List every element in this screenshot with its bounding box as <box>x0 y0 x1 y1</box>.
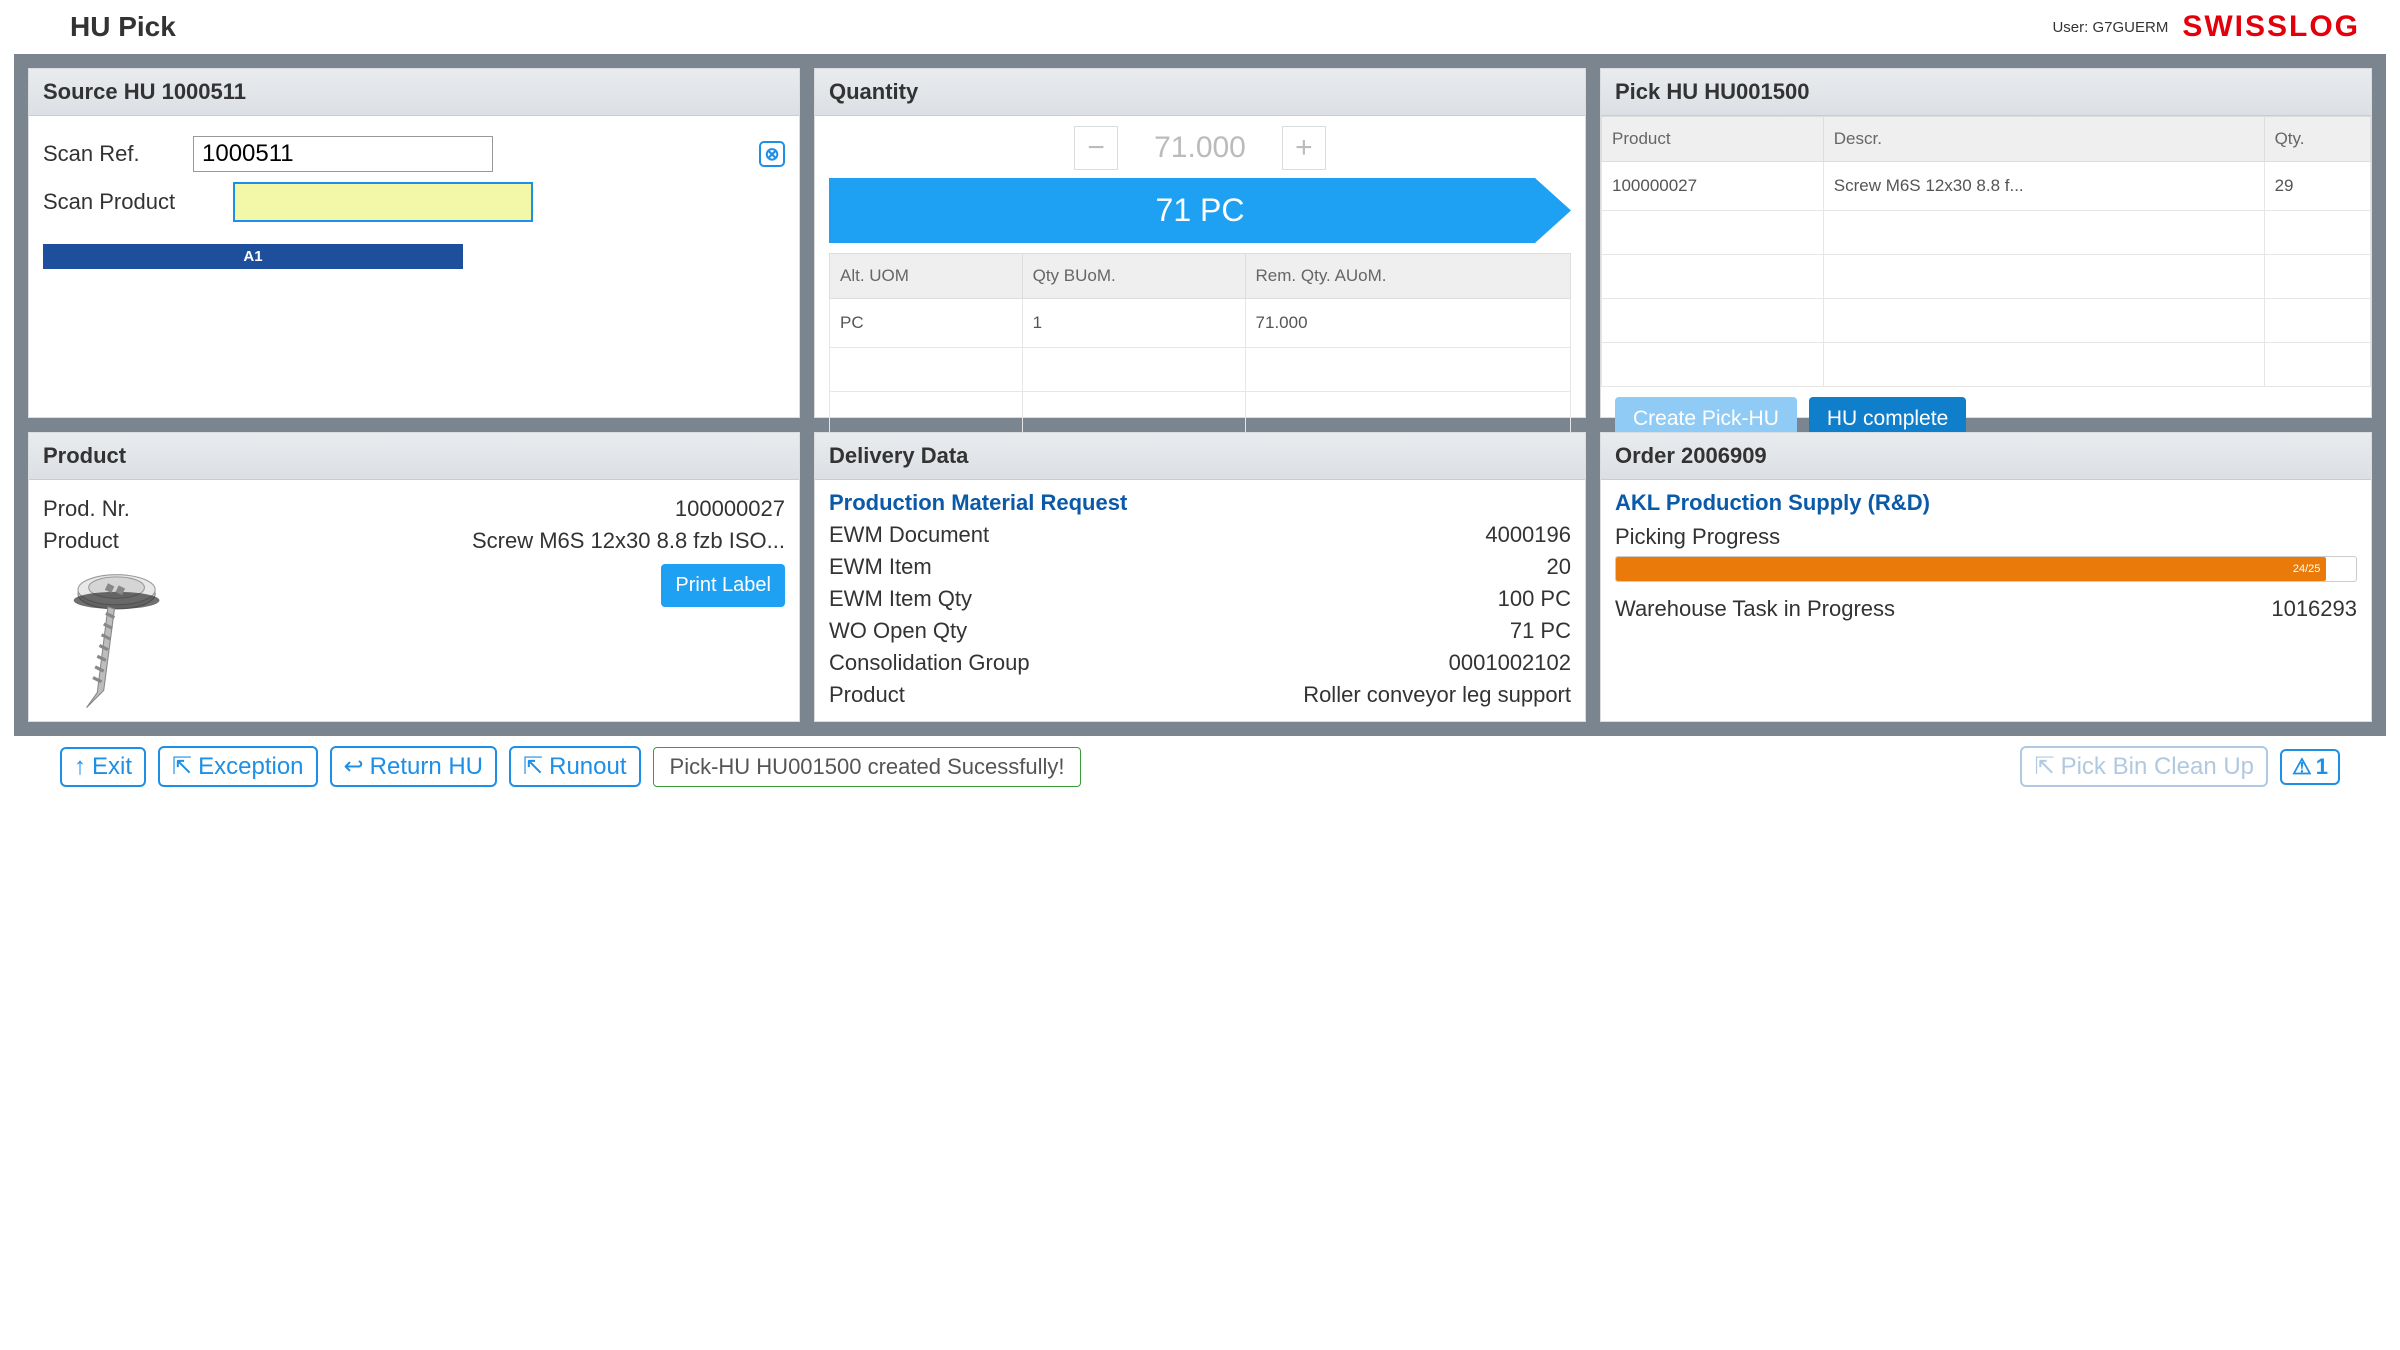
pick-bin-cleanup-button[interactable]: ⇱ Pick Bin Clean Up <box>2020 746 2268 787</box>
order-title: Order 2006909 <box>1601 433 2371 480</box>
page-title: HU Pick <box>70 11 176 43</box>
print-label-button[interactable]: Print Label <box>661 564 785 607</box>
product-panel-title: Product <box>29 433 799 480</box>
delivery-heading: Production Material Request <box>829 490 1571 516</box>
table-row <box>1602 299 2371 343</box>
delivery-data-panel: Delivery Data Production Material Reques… <box>814 432 1586 722</box>
status-message: Pick-HU HU001500 created Sucessfully! <box>653 747 1082 787</box>
progress-fill: 24/25 <box>1616 557 2326 581</box>
logo: SWISSLOG <box>2182 10 2360 44</box>
open-icon: ⇱ <box>2034 752 2054 781</box>
return-icon: ↩ <box>344 752 364 781</box>
warning-icon: ⚠ <box>2292 754 2312 780</box>
source-hu-title: Source HU 1000511 <box>29 69 799 116</box>
scan-product-label: Scan Product <box>43 189 223 215</box>
qty-arrow: 71 PC <box>829 178 1571 243</box>
exception-button[interactable]: ⇱ Exception <box>158 746 318 787</box>
alert-badge[interactable]: ⚠ 1 <box>2280 749 2340 785</box>
qty-increment-button[interactable]: + <box>1282 126 1326 170</box>
product-panel: Product Prod. Nr. 100000027 Product Scre… <box>28 432 800 722</box>
return-hu-button[interactable]: ↩ Return HU <box>330 746 497 787</box>
prod-nr-label: Prod. Nr. <box>43 496 130 522</box>
descr-header: Descr. <box>1823 117 2264 162</box>
cons-group-label: Consolidation Group <box>829 650 1030 676</box>
arrow-up-icon: ↑ <box>74 753 86 781</box>
table-row[interactable]: PC 1 71.000 <box>830 299 1571 348</box>
scan-ref-label: Scan Ref. <box>43 141 183 167</box>
product-value: Screw M6S 12x30 8.8 fzb ISO... <box>472 528 785 554</box>
table-row <box>1602 211 2371 255</box>
table-row <box>830 348 1571 392</box>
product-label: Product <box>43 528 119 554</box>
table-row <box>830 392 1571 436</box>
table-row <box>1602 343 2371 387</box>
pick-hu-title: Pick HU HU001500 <box>1601 69 2371 116</box>
table-row <box>1602 255 2371 299</box>
clear-scan-ref-button[interactable]: ⊗ <box>759 141 785 167</box>
product-header: Product <box>1602 117 1824 162</box>
qty-decrement-button[interactable]: − <box>1074 126 1118 170</box>
product-image <box>43 564 173 714</box>
quantity-table: Alt. UOM Qty BUoM. Rem. Qty. AUoM. PC 1 … <box>829 253 1571 436</box>
pick-hu-panel: Pick HU HU001500 Product Descr. Qty. 100… <box>1600 68 2372 418</box>
pick-hu-table: Product Descr. Qty. 100000027 Screw M6S … <box>1601 116 2371 387</box>
delivery-title: Delivery Data <box>815 433 1585 480</box>
rem-qty-header: Rem. Qty. AUoM. <box>1245 254 1570 299</box>
qty-stepper-value: 71.000 <box>1118 131 1282 165</box>
alt-uom-header: Alt. UOM <box>830 254 1023 299</box>
wt-progress-label: Warehouse Task in Progress <box>1615 596 1895 622</box>
wo-open-qty-label: WO Open Qty <box>829 618 967 644</box>
close-circle-icon: ⊗ <box>764 144 779 165</box>
exit-button[interactable]: ↑ Exit <box>60 747 146 787</box>
quantity-title: Quantity <box>815 69 1585 116</box>
ewm-doc-label: EWM Document <box>829 522 989 548</box>
cons-group-value: 0001002102 <box>1449 650 1571 676</box>
order-heading: AKL Production Supply (R&D) <box>1615 490 2357 516</box>
picking-progress-label: Picking Progress <box>1615 524 2357 550</box>
open-icon: ⇱ <box>523 752 543 781</box>
qty-buom-header: Qty BUoM. <box>1022 254 1245 299</box>
runout-button[interactable]: ⇱ Runout <box>509 746 641 787</box>
quantity-panel: Quantity − 71.000 + 71 PC Alt. UOM Qty B… <box>814 68 1586 418</box>
del-product-value: Roller conveyor leg support <box>1303 682 1571 708</box>
ewm-item-value: 20 <box>1547 554 1571 580</box>
user-label: User: G7GUERM <box>2052 19 2168 36</box>
scan-ref-input[interactable] <box>193 136 493 172</box>
table-row[interactable]: 100000027 Screw M6S 12x30 8.8 f... 29 <box>1602 162 2371 211</box>
wo-open-qty-value: 71 PC <box>1510 618 1571 644</box>
prod-nr-value: 100000027 <box>675 496 785 522</box>
order-panel: Order 2006909 AKL Production Supply (R&D… <box>1600 432 2372 722</box>
ewm-item-label: EWM Item <box>829 554 932 580</box>
source-hu-panel: Source HU 1000511 Scan Ref. ⊗ Scan Produ… <box>28 68 800 418</box>
ewm-item-qty-label: EWM Item Qty <box>829 586 972 612</box>
qty-header: Qty. <box>2264 117 2370 162</box>
bin-indicator: A1 <box>43 244 463 269</box>
wt-progress-value: 1016293 <box>2271 596 2357 622</box>
ewm-doc-value: 4000196 <box>1485 522 1571 548</box>
open-icon: ⇱ <box>172 752 192 781</box>
picking-progress-bar: 24/25 <box>1615 556 2357 582</box>
scan-product-input[interactable] <box>233 182 533 222</box>
del-product-label: Product <box>829 682 905 708</box>
ewm-item-qty-value: 100 PC <box>1498 586 1571 612</box>
